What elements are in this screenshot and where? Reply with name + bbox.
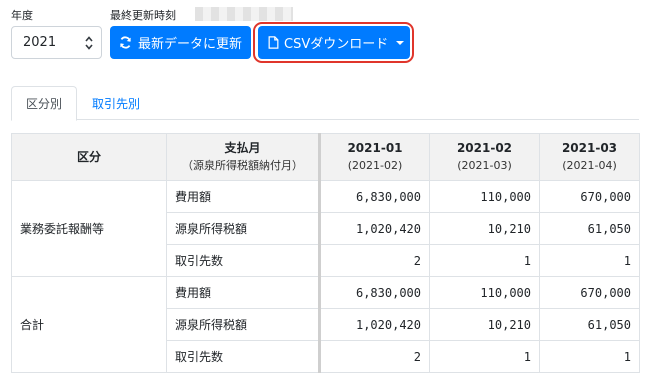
- table-row: 業務委託報酬等 費用額 6,830,000 110,000 670,000: [11, 180, 640, 277]
- month-2-label: 2021-02: [456, 141, 513, 155]
- value-cell: 10,210: [429, 212, 540, 245]
- item-cell: 費用額: [166, 180, 321, 213]
- value-cell: 1: [539, 244, 640, 277]
- value-cell: 670,000: [539, 180, 640, 213]
- table-header-row: 区分 支払月 （源泉所得税額納付月） 2021-01 (2021-02) 202…: [11, 133, 640, 181]
- tab-by-client[interactable]: 取引先別: [81, 86, 151, 120]
- value-cell: 61,050: [539, 308, 640, 341]
- csv-download-label: CSVダウンロード: [284, 37, 389, 52]
- last-updated-value-redacted: [195, 7, 293, 21]
- year-select[interactable]: 2021: [11, 26, 102, 59]
- value-cell: 6,830,000: [319, 180, 430, 213]
- value-cell: 1: [429, 340, 540, 373]
- year-select-value: 2021: [23, 35, 57, 50]
- header-category: 区分: [11, 133, 167, 181]
- item-cell: 取引先数: [166, 244, 321, 277]
- value-cell: 1,020,420: [319, 308, 430, 341]
- value-cell: 1: [539, 340, 640, 373]
- header-payment-month-sub: （源泉所得税額納付月）: [182, 159, 303, 172]
- value-cell: 61,050: [539, 212, 640, 245]
- value-cell: 110,000: [429, 276, 540, 309]
- value-cell: 10,210: [429, 308, 540, 341]
- table-row: 合計 費用額 6,830,000 110,000 670,000: [11, 276, 640, 373]
- value-cell: 2: [319, 340, 430, 373]
- group-cell: 合計: [11, 276, 167, 373]
- item-cell: 費用額: [166, 276, 321, 309]
- csv-download-button[interactable]: CSVダウンロード: [258, 26, 410, 59]
- value-cell: 6,830,000: [319, 276, 430, 309]
- value-cell: 670,000: [539, 276, 640, 309]
- header-payment-month: 支払月 （源泉所得税額納付月）: [166, 133, 321, 181]
- month-2-sub: (2021-03): [457, 159, 512, 172]
- month-1-sub: (2021-02): [347, 159, 403, 172]
- header-month-3: 2021-03 (2021-04): [539, 133, 640, 181]
- refresh-data-button[interactable]: 最新データに更新: [110, 26, 251, 59]
- caret-down-icon: [396, 40, 405, 45]
- summary-table: 区分 支払月 （源泉所得税額納付月） 2021-01 (2021-02) 202…: [11, 133, 640, 373]
- select-arrows-icon: [85, 36, 93, 50]
- header-month-1: 2021-01 (2021-02): [319, 133, 430, 181]
- item-cell: 源泉所得税額: [166, 308, 321, 341]
- view-tabs: 区分別 取引先別: [11, 86, 639, 121]
- sync-icon: [120, 36, 131, 49]
- month-3-sub: (2021-04): [562, 159, 617, 172]
- header-month-2: 2021-02 (2021-03): [429, 133, 540, 181]
- value-cell: 1,020,420: [319, 212, 430, 245]
- item-cell: 源泉所得税額: [166, 212, 321, 245]
- tab-by-category[interactable]: 区分別: [11, 86, 77, 121]
- month-3-label: 2021-03: [561, 141, 618, 155]
- refresh-data-label: 最新データに更新: [138, 37, 243, 52]
- value-cell: 2: [319, 244, 430, 277]
- file-icon: [268, 36, 279, 49]
- month-1-label: 2021-01: [347, 141, 403, 155]
- header-payment-month-label: 支払月: [224, 141, 261, 155]
- group-cell: 業務委託報酬等: [11, 180, 167, 277]
- item-cell: 取引先数: [166, 340, 321, 373]
- year-label: 年度: [11, 9, 33, 22]
- value-cell: 110,000: [429, 180, 540, 213]
- last-updated-label: 最終更新時刻: [110, 9, 176, 22]
- value-cell: 1: [429, 244, 540, 277]
